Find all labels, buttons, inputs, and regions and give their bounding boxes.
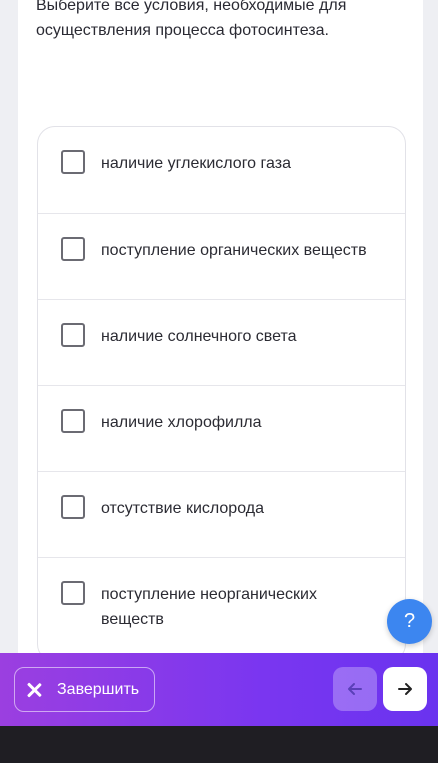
option-label: отсутствие кислорода — [101, 500, 264, 517]
question-mark-icon: ? — [403, 610, 416, 632]
option-label: поступление неорганических веществ — [101, 586, 317, 628]
arrow-right-icon — [398, 683, 412, 695]
finish-label: Завершить — [57, 680, 140, 698]
checkbox[interactable] — [61, 323, 85, 347]
option-label: наличие хлорофилла — [101, 414, 262, 431]
question-text: Выберите все условия, необходимые для ос… — [36, 0, 347, 39]
help-button[interactable]: ? — [387, 599, 432, 644]
option-label: поступление органических веществ — [101, 242, 367, 259]
option-item[interactable]: отсутствие кислорода — [38, 471, 405, 557]
option-item[interactable]: наличие углекислого газа — [38, 127, 405, 213]
option-label: наличие углекислого газа — [101, 155, 291, 172]
option-item[interactable]: поступление неорганических веществ — [38, 557, 405, 661]
option-item[interactable]: поступление органических веществ — [38, 213, 405, 299]
close-icon — [25, 681, 43, 699]
arrow-left-icon — [348, 683, 362, 695]
back-button[interactable] — [333, 667, 377, 711]
checkbox[interactable] — [61, 237, 85, 261]
checkbox[interactable] — [61, 581, 85, 605]
option-item[interactable]: наличие хлорофилла — [38, 385, 405, 471]
checkbox[interactable] — [61, 409, 85, 433]
finish-button[interactable]: Завершить — [14, 667, 155, 712]
bottom-action-bar: Завершить — [0, 653, 438, 726]
checkbox[interactable] — [61, 495, 85, 519]
option-item[interactable]: наличие солнечного света — [38, 299, 405, 385]
options-list: наличие углекислого газа поступление орг… — [37, 126, 406, 662]
next-button[interactable] — [383, 667, 427, 711]
checkbox[interactable] — [61, 150, 85, 174]
option-label: наличие солнечного света — [101, 328, 297, 345]
footer-strip — [0, 726, 438, 763]
